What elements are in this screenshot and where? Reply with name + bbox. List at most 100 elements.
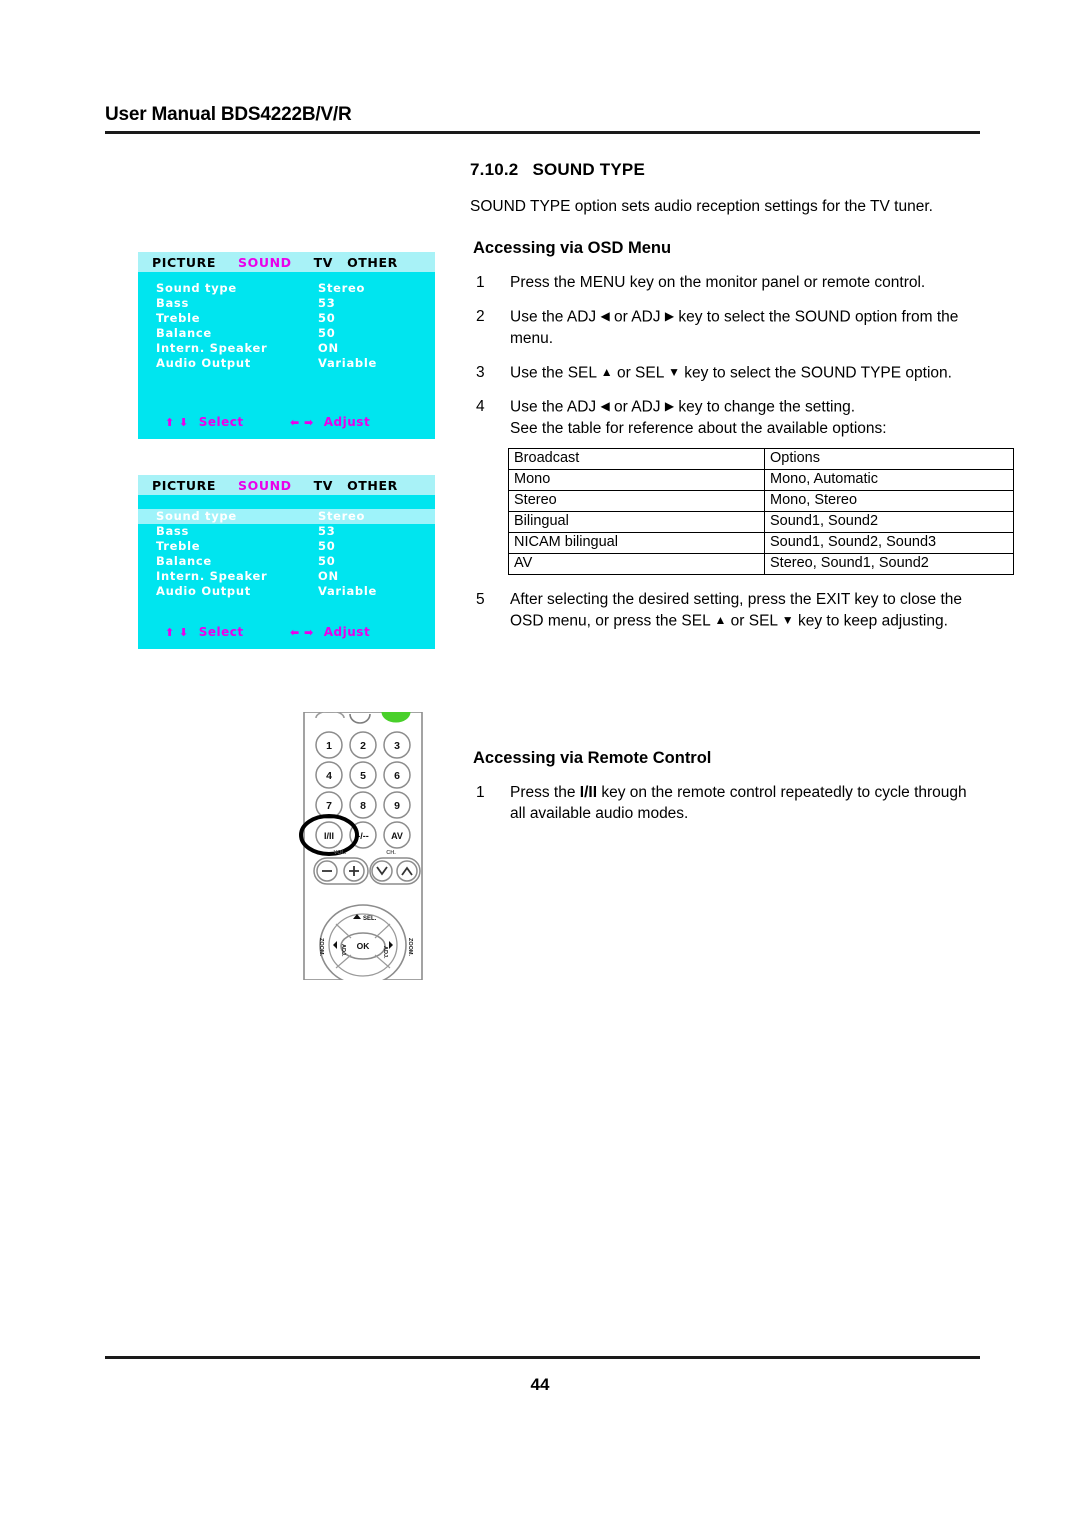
table-cell-options-nicam: Sound1, Sound2, Sound3 [764,531,1014,554]
table-row: AV Stereo, Sound1, Sound2 [508,552,1014,575]
remote-step-1: 1 Press the I/II key on the remote contro… [470,782,982,824]
table-header-row: Broadcast Options [508,447,1014,470]
osd-tab-sound-2: SOUND [238,477,292,493]
osd-row-audio-output: Audio Output Variable [138,356,435,371]
osd-value-treble-2: 50 [318,539,336,553]
osd-row-sound-type: Sound type Stereo [138,281,435,296]
svg-text:ADJ.: ADJ. [340,944,346,957]
up-down-arrows-icon: ⬆ ⬇ [165,416,189,429]
osd-step-1-text: Press the MENU key on the monitor panel … [510,274,926,291]
osd-step-3-index: 3 [476,363,485,381]
osd-hint-select: ⬆ ⬇ Select [165,415,244,429]
svg-text:I/II: I/II [324,831,334,841]
adj-right-arrow-icon-2: ▶ [664,399,675,413]
remote-method-heading: Accessing via Remote Control [473,749,712,767]
main-content-column: 7.10.2 SOUND TYPE SOUND TYPE option sets … [470,160,1014,837]
osd-label-sound-type-2: Sound type [156,509,237,523]
svg-text:SEL.: SEL. [363,916,377,922]
osd-settings-list-2: Sound type Stereo Bass 53 Treble 50 Bala… [138,495,435,599]
osd-step-2: 2 Use the ADJ ◀ or ADJ ▶ key to select th… [470,306,982,349]
osd-step-4-text-d: See the table for reference about the av… [510,419,887,437]
osd-tab-tv: TV [313,254,334,270]
osd-step-5-text-c: key to keep adjusting. [793,612,948,629]
osd-row-audio-output-2: Audio Output Variable [138,584,435,599]
svg-text:1: 1 [326,740,332,752]
osd-hint-adjust: ⬅ ➡ Adjust [290,415,370,429]
table-header-options: Options [764,447,1014,470]
broadcast-options-table: Broadcast Options Mono Mono, Automatic S… [508,447,1014,575]
sel-down-arrow-icon: ▼ [668,364,680,379]
left-right-arrows-icon-2: ⬅ ➡ [290,626,314,639]
osd-hint-adjust-2: ⬅ ➡ Adjust [290,625,370,639]
osd-tab-bar-2: PICTURE SOUND TV OTHER [138,475,435,495]
osd-label-balance: Balance [156,326,212,340]
osd-step-4-text-b: or ADJ [609,398,665,416]
osd-step-5-text-b: or SEL [726,612,782,629]
osd-value-bass: 53 [318,296,336,310]
svg-text:9: 9 [394,800,400,812]
osd-value-sound-type: Stereo [318,281,366,295]
osd-label-intern-speaker-2: Intern. Speaker [156,569,268,583]
osd-tab-picture: PICTURE [152,254,217,270]
osd-row-intern-speaker-2: Intern. Speaker ON [138,569,435,584]
adj-right-arrow-icon: ▶ [664,309,675,323]
osd-step-4-index: 4 [476,398,485,415]
svg-text:8: 8 [360,800,366,812]
footer-divider [105,1356,980,1359]
remote-control-illustration: 123 456 789 I/II -/-- AV VOL. CH. SEL. O… [298,712,428,980]
osd-method-heading: Accessing via OSD Menu [473,239,672,257]
table-cell-options-av: Stereo, Sound1, Sound2 [764,552,1014,575]
osd-hint-adjust-label: Adjust [323,415,371,429]
remote-step-1-index: 1 [476,784,485,801]
svg-text:-/--: -/-- [357,831,369,841]
osd-label-treble: Treble [156,311,201,325]
osd-step-3: 3 Use the SEL ▲ or SEL ▼ key to select th… [470,362,982,384]
osd-label-sound-type: Sound type [156,281,237,295]
osd-label-treble-2: Treble [156,539,201,553]
svg-text:ZOOM.: ZOOM. [407,938,413,956]
osd-menu-screenshot-1: PICTURE SOUND TV OTHER Sound type Stereo… [138,252,435,439]
osd-value-balance: 50 [318,326,336,340]
svg-text:ZOOM.: ZOOM. [318,938,324,956]
osd-tab-bar: PICTURE SOUND TV OTHER [138,252,435,272]
svg-text:ADJ.: ADJ. [382,946,388,959]
osd-step-2-text-b: or ADJ [609,308,665,326]
osd-row-treble-2: Treble 50 [138,539,435,554]
osd-step-4-text-c: key to change the setting. [674,398,856,416]
table-cell-options-mono: Mono, Automatic [764,468,1014,491]
osd-hint-bar-1: ⬆ ⬇ Select ⬅ ➡ Adjust [138,415,435,431]
osd-row-balance-2: Balance 50 [138,554,435,569]
osd-step-3-text-c: key to select the SOUND TYPE option. [679,364,952,381]
table-cell-broadcast-av: AV [508,552,765,575]
table-row: Stereo Mono, Stereo [508,489,1014,512]
osd-step-4: 4 Use the ADJ ◀ or ADJ ▶ key to change th… [470,396,1014,575]
osd-row-bass-2: Bass 53 [138,524,435,539]
osd-row-intern-speaker: Intern. Speaker ON [138,341,435,356]
osd-step-2-text-a: Use the ADJ [510,308,601,326]
osd-row-sound-type-selected: Sound type Stereo [138,509,435,524]
osd-value-bass-2: 53 [318,524,336,538]
section-heading: 7.10.2 SOUND TYPE [470,160,982,180]
osd-tab-other: OTHER [347,254,398,270]
svg-text:4: 4 [326,770,332,782]
osd-row-balance: Balance 50 [138,326,435,341]
table-cell-options-stereo: Mono, Stereo [764,489,1014,512]
table-row: Bilingual Sound1, Sound2 [508,510,1014,533]
sel-up-arrow-icon: ▲ [600,364,613,379]
manual-title: User Manual BDS4222B/V/R [105,104,352,125]
osd-row-treble: Treble 50 [138,311,435,326]
osd-label-bass-2: Bass [156,524,190,538]
table-row: Mono Mono, Automatic [508,468,1014,491]
osd-value-audio-output: Variable [318,356,377,370]
osd-label-balance-2: Balance [156,554,212,568]
osd-hint-select-2: ⬆ ⬇ Select [165,625,244,639]
table-cell-broadcast-bilingual: Bilingual [508,510,765,533]
osd-tab-sound: SOUND [238,254,292,270]
table-cell-broadcast-mono: Mono [508,468,765,491]
svg-text:AV: AV [391,831,403,841]
osd-step-2-index: 2 [476,308,485,325]
osd-tab-tv-2: TV [313,477,334,493]
osd-tab-picture-2: PICTURE [152,477,217,493]
section-title: SOUND TYPE [532,160,645,179]
osd-value-intern-speaker-2: ON [318,569,339,583]
